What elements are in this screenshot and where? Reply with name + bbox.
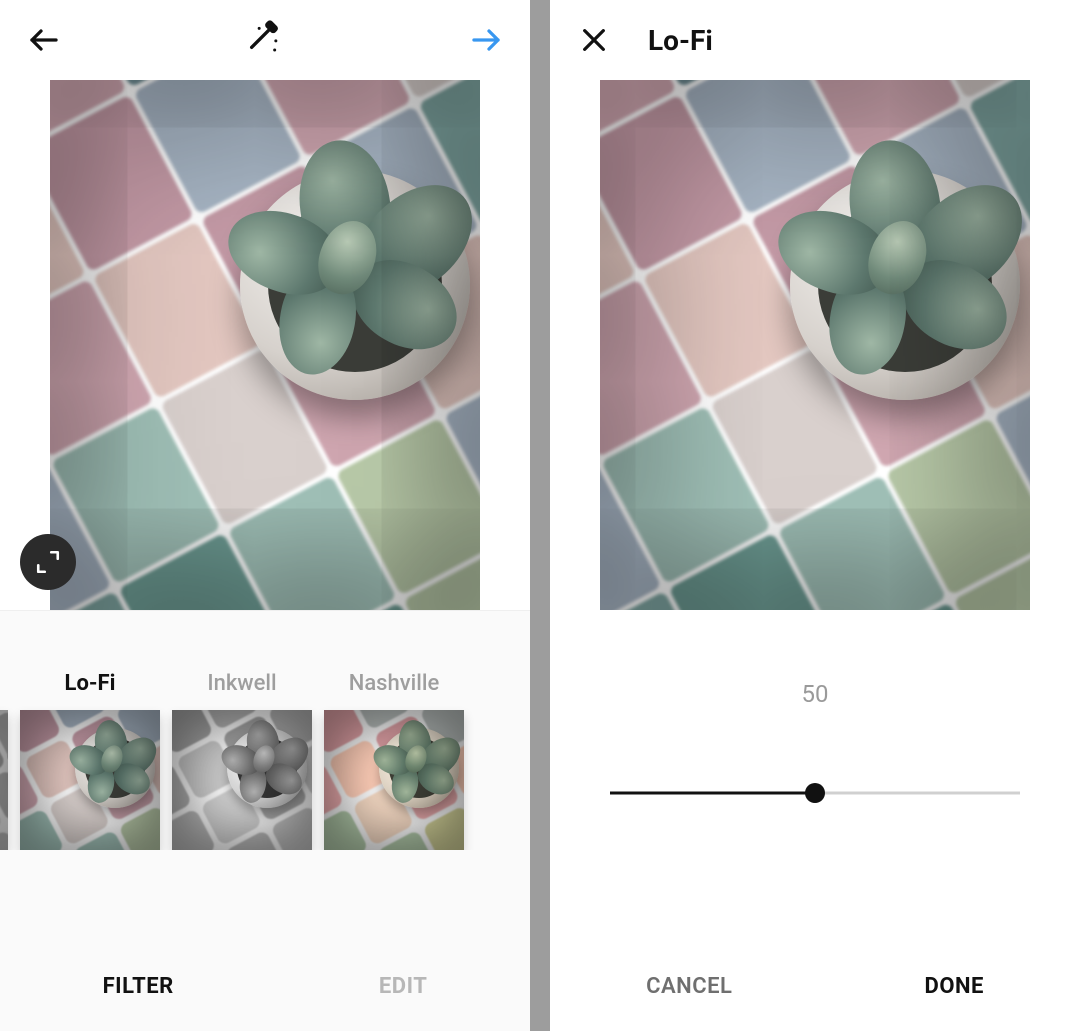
pane-divider — [530, 0, 550, 1031]
photo-preview-adjust[interactable] — [600, 80, 1030, 610]
done-button[interactable]: DONE — [905, 964, 1004, 1009]
tab-filter[interactable]: FILTER — [83, 964, 194, 1009]
slider-area: 50 CANCEL DONE — [550, 610, 1080, 1031]
auto-enhance-button[interactable] — [241, 16, 289, 64]
right-bottom-buttons: CANCEL DONE — [550, 941, 1080, 1031]
back-button[interactable] — [20, 16, 68, 64]
cancel-button[interactable]: CANCEL — [626, 964, 752, 1009]
filter-thumbnail — [324, 710, 464, 850]
filter-label: Lo-Fi — [65, 671, 116, 696]
filter-thumbnail — [20, 710, 160, 850]
filter-strip[interactable]: w Lo-Fi Inkwell Nashville — [0, 611, 530, 850]
expand-icon — [35, 549, 61, 575]
filter-item-nashville[interactable]: Nashville — [324, 671, 464, 850]
magic-wand-icon — [245, 20, 285, 60]
right-header: Lo-Fi — [550, 0, 1080, 80]
expand-crop-button[interactable] — [20, 534, 76, 590]
filter-name-title: Lo-Fi — [648, 24, 713, 57]
left-image-area — [0, 80, 530, 610]
slider-value-label: 50 — [802, 680, 829, 708]
slider-track-filled — [610, 792, 815, 795]
next-button[interactable] — [462, 16, 510, 64]
filter-item-inkwell[interactable]: Inkwell — [172, 671, 312, 850]
slider-knob[interactable] — [805, 783, 825, 803]
filter-label: Nashville — [349, 671, 440, 696]
filter-item-lofi[interactable]: Lo-Fi — [20, 671, 160, 850]
filter-panel: w Lo-Fi Inkwell Nashville FILTER EDIT — [0, 610, 530, 1031]
filter-thumbnail — [172, 710, 312, 850]
intensity-slider[interactable] — [610, 778, 1020, 808]
filter-select-screen: w Lo-Fi Inkwell Nashville FILTER EDIT — [0, 0, 530, 1031]
photo-preview[interactable] — [50, 80, 480, 610]
filter-adjust-screen: Lo-Fi 50 — [550, 0, 1080, 1031]
filter-item-willow[interactable]: w — [0, 671, 8, 850]
arrow-left-icon — [26, 22, 62, 58]
left-bottom-tabs: FILTER EDIT — [0, 941, 530, 1031]
filter-label: Inkwell — [207, 671, 276, 696]
close-button[interactable] — [570, 16, 618, 64]
tab-edit[interactable]: EDIT — [359, 964, 447, 1009]
filter-thumbnail — [0, 710, 8, 850]
left-header — [0, 0, 530, 80]
close-icon — [578, 24, 610, 56]
arrow-right-icon — [468, 22, 504, 58]
right-image-area — [550, 80, 1080, 610]
